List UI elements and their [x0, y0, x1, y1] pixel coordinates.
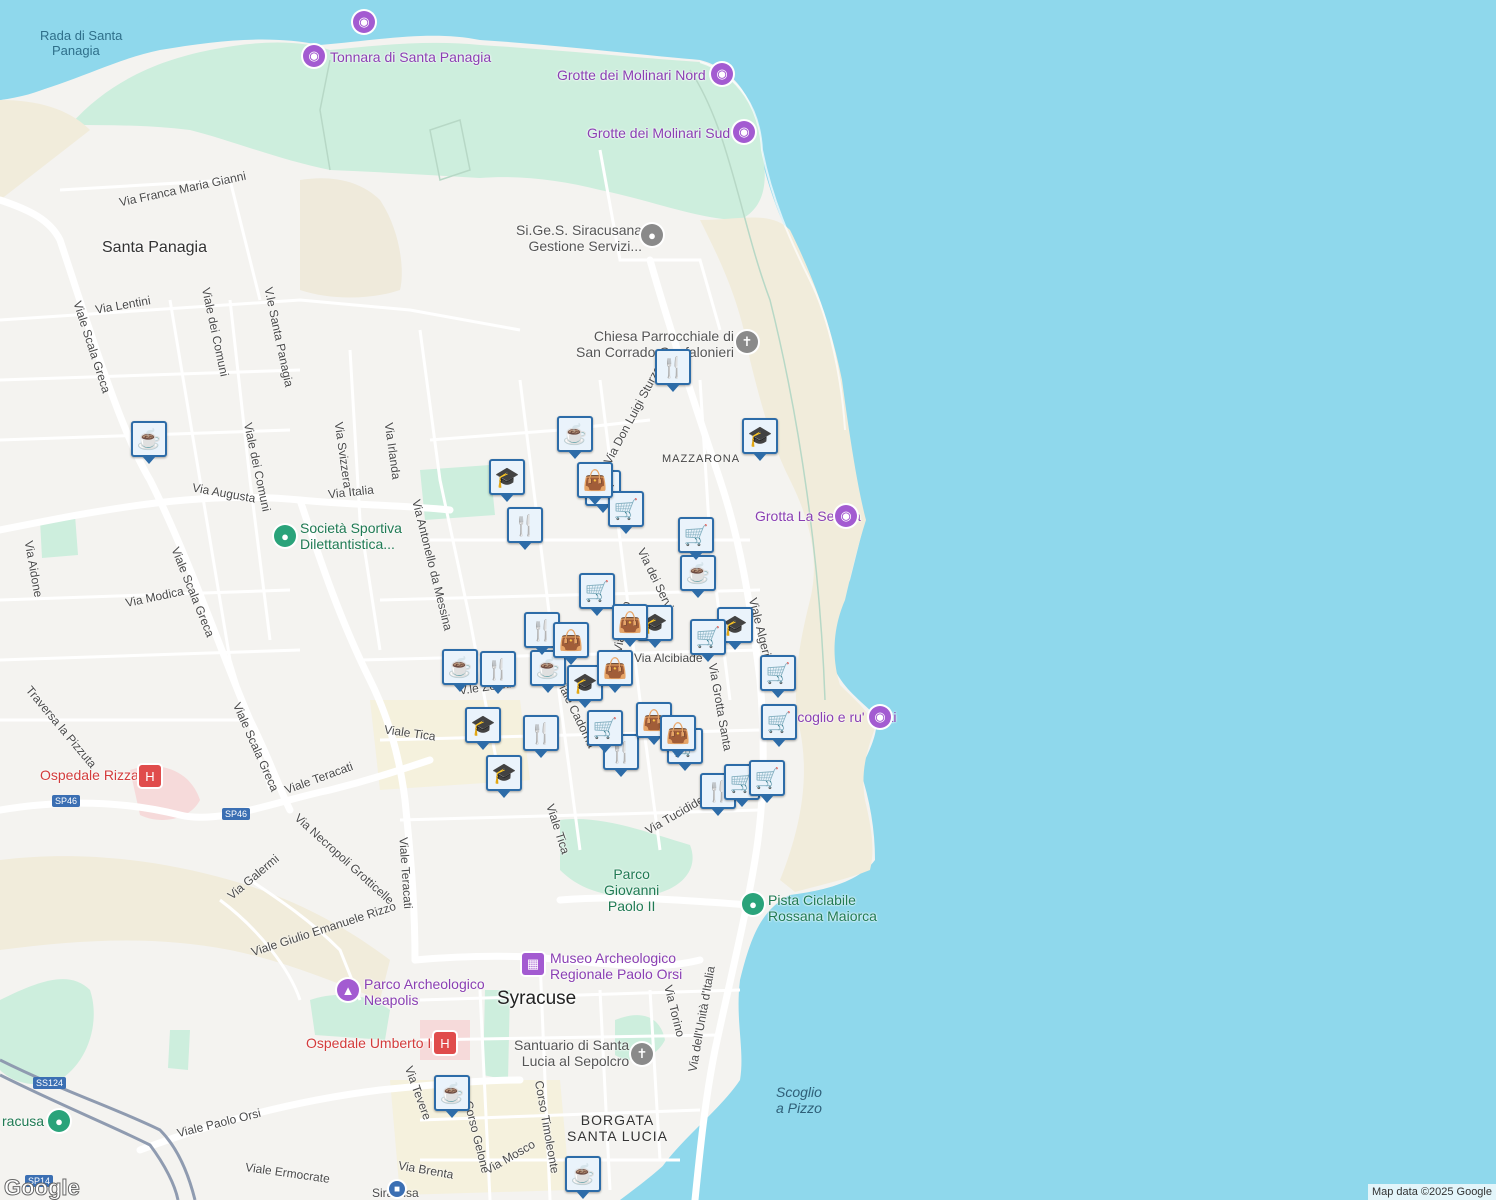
map-canvas[interactable]: Rada di Santa Panagia Scoglio a Pizzo Sa…	[0, 0, 1496, 1200]
school-icon[interactable]: 🎓	[465, 707, 501, 750]
cafe-icon[interactable]: ☕	[557, 416, 593, 459]
bay-label: Rada di Santa Panagia	[40, 28, 122, 58]
poi-tonnara[interactable]: Tonnara di Santa Panagia	[330, 49, 491, 65]
cafe-icon[interactable]: ☕	[442, 649, 478, 692]
pin-icon[interactable]: ●	[641, 224, 663, 246]
poi-sigess-line2: Gestione Servizi...	[528, 238, 643, 254]
route-shield-sp46: SP46	[52, 795, 81, 807]
poi-santuario-line2: Lucia al Sepolcro	[521, 1053, 630, 1069]
camera-icon[interactable]: ◉	[869, 706, 891, 728]
camera-icon[interactable]: ◉	[711, 63, 733, 85]
poi-umberto[interactable]: Ospedale Umberto I	[306, 1035, 431, 1051]
shopping-cart-icon[interactable]: 🛒	[690, 619, 726, 662]
cafe-icon[interactable]: ☕	[680, 555, 716, 598]
poi-societa-sportiva[interactable]: Società Sportiva Dilettantistica...	[300, 520, 402, 552]
poi-societa-line2: Dilettantistica...	[300, 536, 395, 552]
cafe-icon[interactable]: ☕	[434, 1075, 470, 1118]
poi-molinari-sud[interactable]: Grotte dei Molinari Sud	[587, 125, 730, 141]
bay-label-line1: Rada di Santa	[40, 28, 123, 43]
poi-chiesa-line1: Chiesa Parrocchiale di	[593, 328, 734, 344]
shopping-cart-icon[interactable]: 🛒	[761, 704, 797, 747]
camera-icon[interactable]: ◉	[835, 505, 857, 527]
poi-parco-gp-line3: Paolo II	[607, 898, 656, 914]
shopping-cart-icon[interactable]: 🛒	[678, 517, 714, 560]
shopping-cart-icon[interactable]: 🛒	[749, 760, 785, 803]
school-icon[interactable]: 🎓	[742, 418, 778, 461]
poi-museo-line1: Museo Archeologico	[550, 950, 677, 966]
restaurant-icon[interactable]: 🍴	[523, 715, 559, 758]
camera-icon[interactable]: ◉	[733, 121, 755, 143]
poi-station[interactable]: racusa	[2, 1113, 44, 1129]
poi-museo[interactable]: Museo Archeologico Regionale Paolo Orsi	[550, 950, 682, 982]
cross-icon[interactable]: ✝	[736, 331, 758, 353]
shopping-bag-icon[interactable]: 👜	[660, 715, 696, 758]
restaurant-icon[interactable]: 🍴	[507, 507, 543, 550]
bicycle-icon[interactable]: ●	[742, 893, 764, 915]
school-icon[interactable]: 🎓	[486, 755, 522, 798]
poi-santuario[interactable]: Santuario di Santa Lucia al Sepolcro	[514, 1037, 629, 1069]
cafe-icon[interactable]: ☕	[131, 421, 167, 464]
place-borgata-line2: SANTA LUCIA	[567, 1128, 668, 1144]
pin-icon[interactable]: ●	[274, 525, 296, 547]
shopping-cart-icon[interactable]: 🛒	[760, 655, 796, 698]
place-borgata: BORGATA SANTA LUCIA	[567, 1112, 668, 1144]
poi-pista-ciclabile[interactable]: Pista Ciclabile Rossana Maiorca	[768, 892, 877, 924]
poi-neapolis[interactable]: Parco Archeologico Neapolis	[364, 976, 485, 1008]
rock-label-line2: a Pizzo	[776, 1100, 822, 1116]
camera-icon[interactable]: ◉	[353, 11, 375, 33]
google-logo: Google	[4, 1175, 81, 1200]
place-santa-panagia: Santa Panagia	[102, 239, 207, 256]
shopping-cart-icon[interactable]: 🛒	[587, 710, 623, 753]
shopping-cart-icon[interactable]: 🛒	[579, 573, 615, 616]
restaurant-icon[interactable]: 🍴	[655, 349, 691, 392]
rock-label: Scoglio a Pizzo	[776, 1084, 822, 1116]
poi-parco-gp-line2: Giovanni	[604, 882, 660, 898]
poi-sigess-line1: Si.Ge.S. Siracusana	[516, 222, 643, 238]
poi-parco-gp-line1: Parco	[613, 866, 650, 882]
rock-label-line1: Scoglio	[776, 1084, 822, 1100]
train-icon[interactable]: ■	[389, 1181, 405, 1197]
poi-molinari-nord[interactable]: Grotte dei Molinari Nord	[557, 67, 706, 83]
place-borgata-line1: BORGATA	[580, 1112, 655, 1128]
shopping-cart-icon[interactable]: 🛒	[608, 491, 644, 534]
camera-icon[interactable]: ◉	[303, 45, 325, 67]
train-station-icon[interactable]: ●	[48, 1110, 70, 1132]
school-icon[interactable]: 🎓	[489, 459, 525, 502]
poi-sigess[interactable]: Si.Ge.S. Siracusana Gestione Servizi...	[516, 222, 642, 254]
shopping-bag-icon[interactable]: 👜	[612, 604, 648, 647]
restaurant-icon[interactable]: 🍴	[480, 651, 516, 694]
poi-ospedale-rizza[interactable]: Ospedale Rizza	[40, 767, 139, 783]
place-syracuse: Syracuse	[497, 988, 577, 1009]
cafe-icon[interactable]: ☕	[565, 1156, 601, 1199]
poi-neapolis-line1: Parco Archeologico	[364, 976, 485, 992]
shopping-bag-icon[interactable]: 👜	[553, 622, 589, 665]
monument-icon[interactable]: ▲	[337, 979, 359, 1001]
hospital-icon[interactable]: H	[434, 1032, 456, 1054]
cross-icon[interactable]: ✝	[631, 1043, 653, 1065]
poi-pista-line1: Pista Ciclabile	[768, 892, 856, 908]
shopping-bag-icon[interactable]: 👜	[577, 462, 613, 505]
poi-societa-line1: Società Sportiva	[300, 520, 402, 536]
poi-pista-line2: Rossana Maiorca	[768, 908, 877, 924]
hospital-icon[interactable]: H	[139, 765, 161, 787]
route-shield-sp46: SP46	[222, 808, 251, 820]
shopping-bag-icon[interactable]: 👜	[597, 650, 633, 693]
poi-santuario-line1: Santuario di Santa	[514, 1037, 630, 1053]
museum-icon[interactable]: ▦	[522, 953, 544, 975]
poi-neapolis-line2: Neapolis	[364, 992, 419, 1008]
map-attribution[interactable]: Map data ©2025 Google	[1367, 1184, 1496, 1200]
place-mazzarona: MAZZARONA	[662, 453, 741, 465]
bay-label-line2: Panagia	[52, 43, 100, 58]
route-shield-ss124: SS124	[33, 1077, 67, 1089]
poi-parco-giovanni-paolo[interactable]: Parco Giovanni Paolo II	[604, 866, 659, 914]
poi-museo-line2: Regionale Paolo Orsi	[550, 966, 683, 982]
